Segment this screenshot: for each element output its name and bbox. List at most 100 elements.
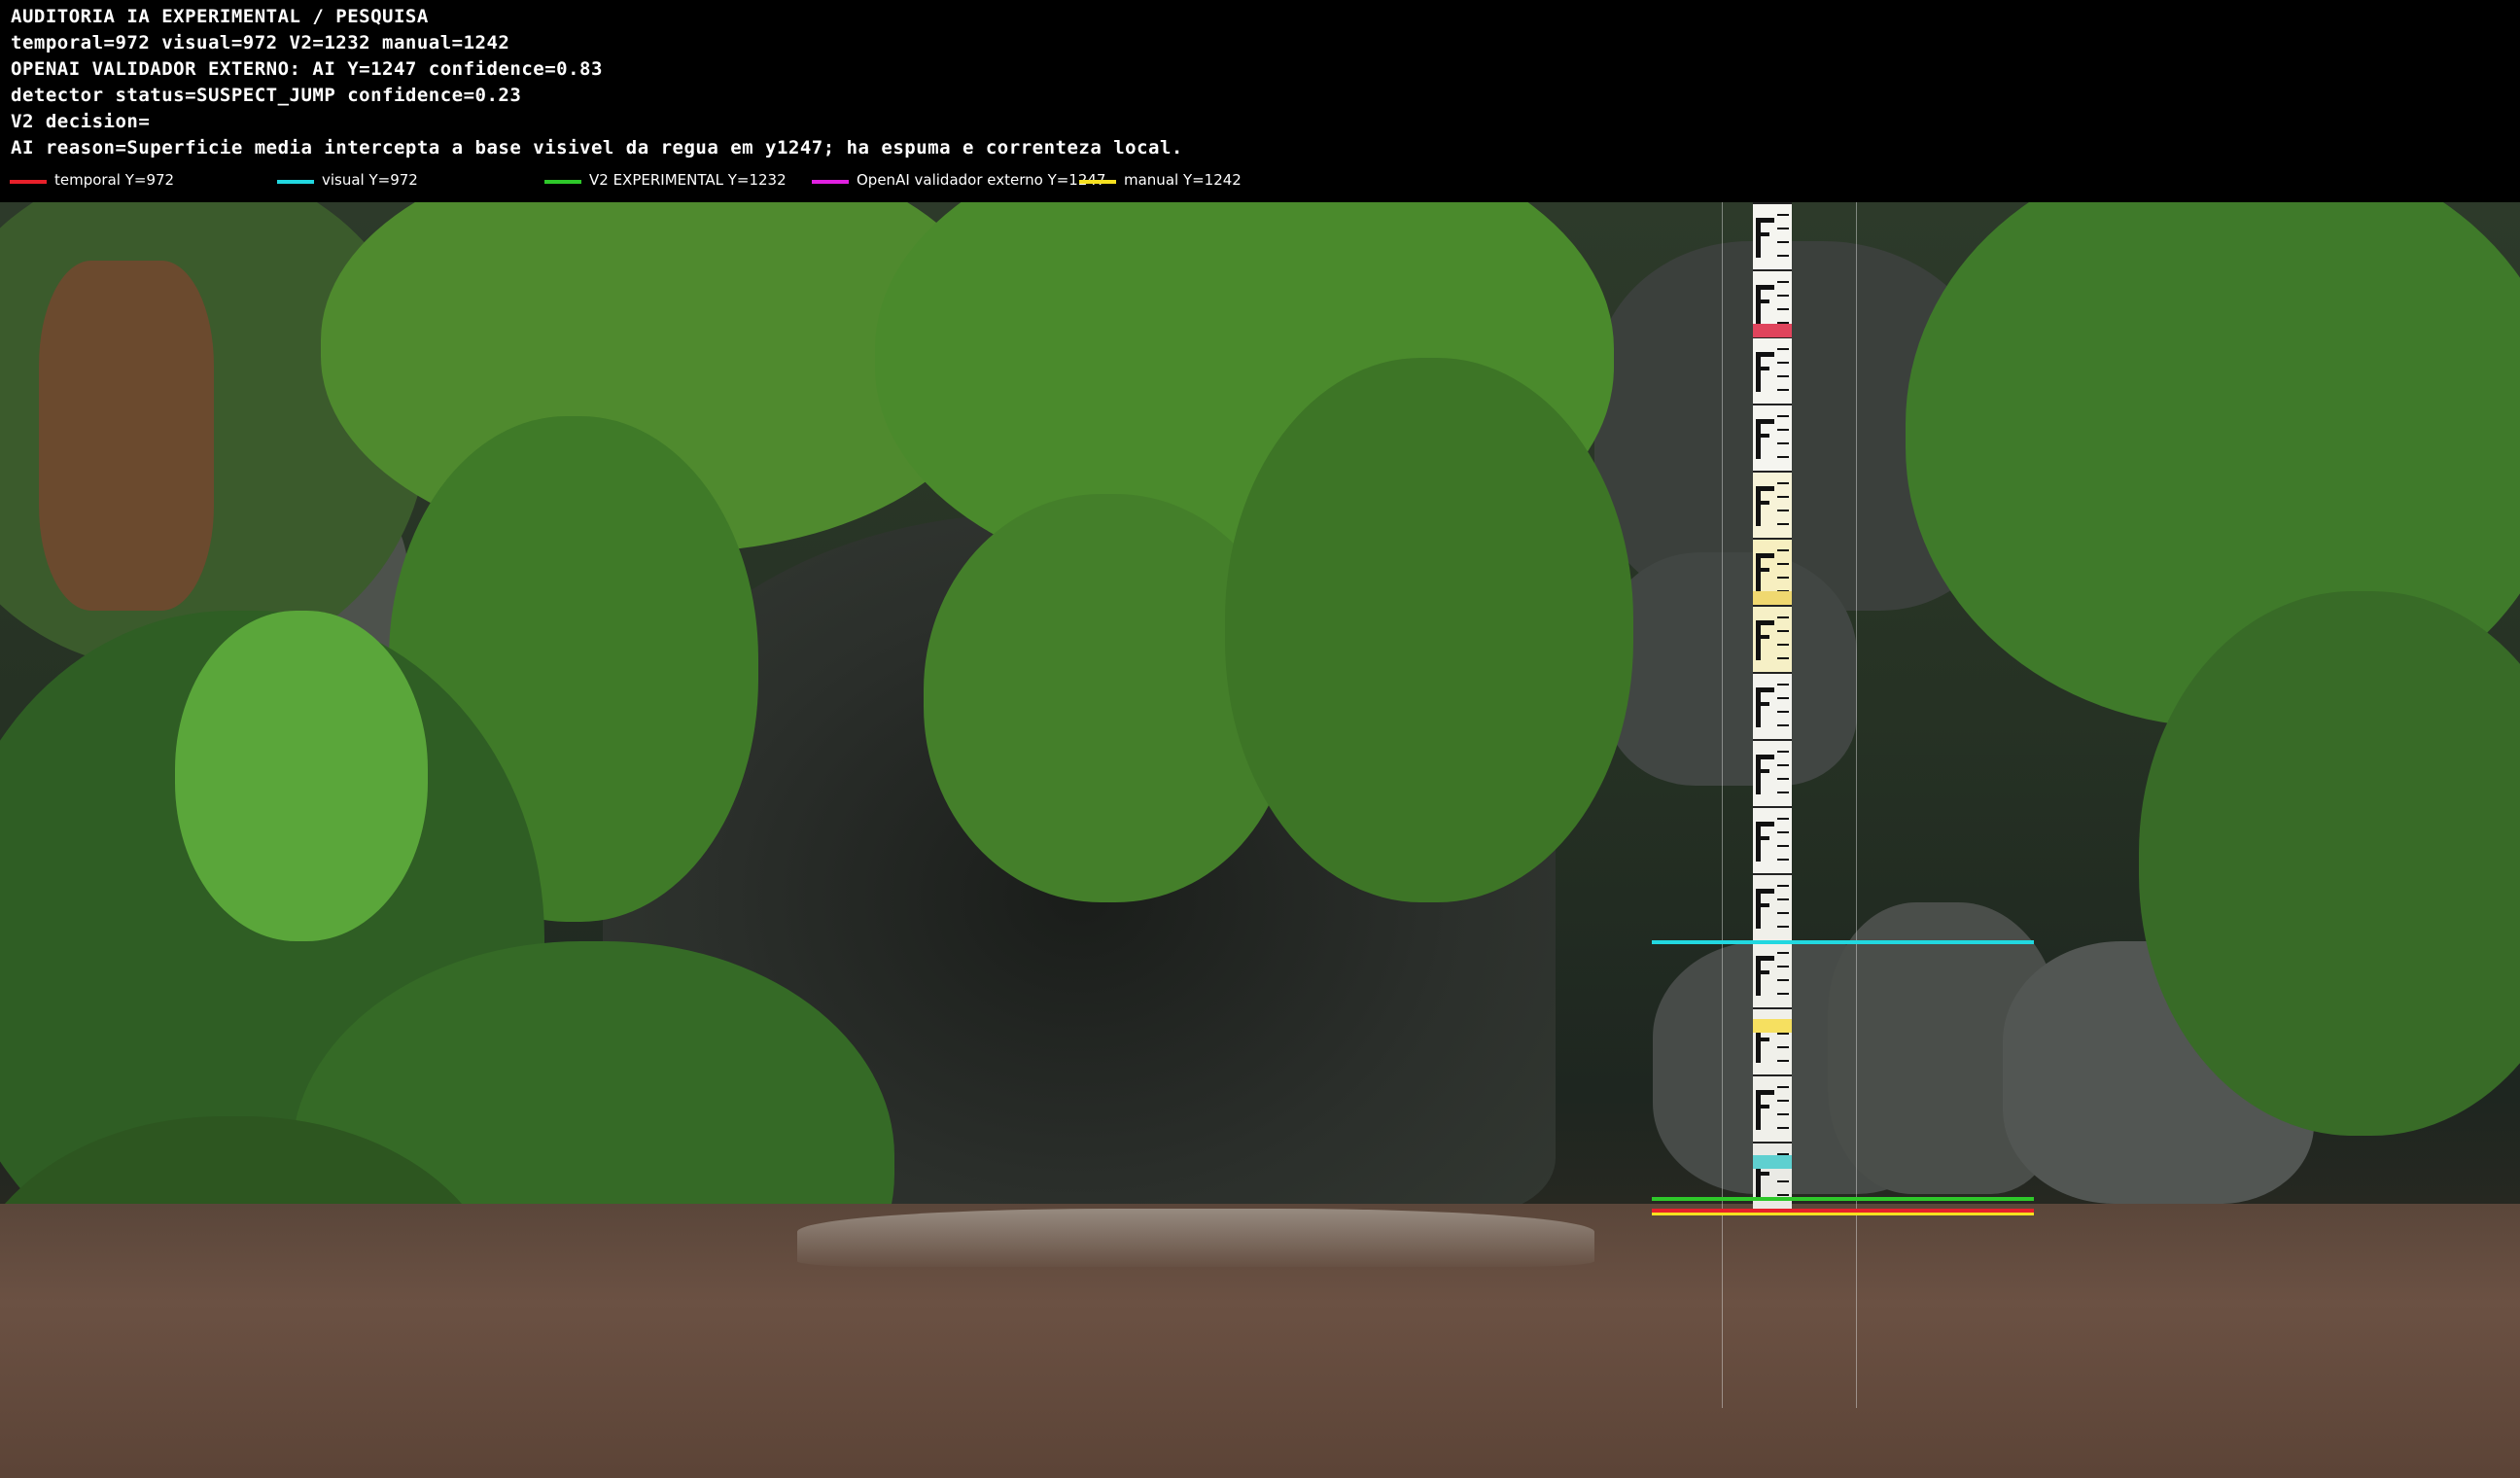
legend-label-openai: OpenAI validador externo Y=1247 [857,171,1106,189]
gauge-tick [1777,375,1789,377]
gauge-tick [1777,885,1789,887]
legend-label-visual: visual Y=972 [322,171,418,189]
gauge-tick [1777,295,1789,297]
gauge-segment [1753,336,1792,405]
v2-level-line [1652,1197,2034,1201]
gauge-tick [1777,496,1789,498]
gauge-tick [1777,1060,1789,1062]
gauge-tick [1777,966,1789,968]
gauge-e-mark [1756,822,1774,862]
gauge-tick [1777,831,1789,833]
gauge-tick [1777,482,1789,484]
gauge-e-mark [1756,755,1774,794]
v2-decision-line: V2 decision= [11,111,151,132]
gauge-color-band [1753,1155,1792,1169]
gauge-tick [1777,859,1789,861]
gauge-tick [1777,523,1789,525]
gauge-tick [1777,684,1789,686]
gauge-tick [1777,657,1789,659]
gauge-e-mark [1756,687,1774,727]
gauge-tick [1777,228,1789,229]
gauge-e-mark [1756,889,1774,929]
gauge-tick [1777,1100,1789,1102]
visual-level-line [1652,940,2034,944]
gauge-tick [1777,952,1789,954]
gauge-tick [1777,549,1789,551]
hanging-vines [1225,358,1633,902]
gauge-e-mark [1756,553,1774,593]
gauge-color-band [1753,591,1792,605]
gauge-tick [1777,711,1789,713]
gauge-tick [1777,241,1789,243]
gauge-tick [1777,389,1789,391]
gauge-tick [1777,563,1789,565]
gauge-segment [1753,1007,1792,1075]
rock [1604,552,1857,786]
gauge-tick [1777,442,1789,444]
gauge-segment [1753,1074,1792,1143]
audit-overlay-header: AUDITORIA IA EXPERIMENTAL / PESQUISA tem… [0,0,2520,202]
palm-leaves [175,611,428,941]
gauge-e-mark [1756,1090,1774,1130]
gauge-tick [1777,1086,1789,1088]
gauge-color-band [1753,1019,1792,1033]
gauge-tick [1777,751,1789,753]
gauge-segment [1753,605,1792,673]
gauge-tick [1777,912,1789,914]
legend-swatch-openai [812,180,849,184]
gauge-e-mark [1756,352,1774,392]
legend-swatch-v2 [544,180,581,184]
gauge-tick [1777,979,1789,981]
gauge-tick [1777,510,1789,511]
gauge-segment [1753,202,1792,270]
estimates-line: temporal=972 visual=972 V2=1232 manual=1… [11,32,510,53]
gauge-e-mark [1756,486,1774,526]
detector-status-line: detector status=SUSPECT_JUMP confidence=… [11,85,522,106]
gauge-tick [1777,362,1789,364]
gauge-tick [1777,616,1789,618]
gauge-tick [1777,415,1789,417]
gauge-e-mark [1756,218,1774,258]
gauge-tick [1777,1127,1789,1129]
legend: temporal Y=972 visual Y=972 V2 EXPERIMEN… [0,170,2520,192]
gauge-tick [1777,845,1789,847]
roi-guide-left [1722,202,1723,1408]
gauge-tick [1777,214,1789,216]
manual-level-line [1652,1213,2034,1215]
gauge-tick [1777,993,1789,995]
gauge-tick [1777,429,1789,431]
legend-label-temporal: temporal Y=972 [54,171,175,189]
gauge-segment [1753,873,1792,941]
gauge-tick [1777,1180,1789,1182]
gauge-e-mark [1756,620,1774,660]
gauge-tick [1777,348,1789,350]
gauge-tick [1777,898,1789,900]
gauge-tick [1777,1194,1789,1196]
gauge-color-band [1753,324,1792,337]
gauge-tick [1777,1113,1789,1115]
camera-frame [0,202,2520,1478]
dry-grass [39,261,214,611]
openai-validator-line: OPENAI VALIDADOR EXTERNO: AI Y=1247 conf… [11,58,603,80]
gauge-tick [1777,1033,1789,1035]
gauge-e-mark [1756,419,1774,459]
gauge-tick [1777,644,1789,646]
gauge-segment [1753,806,1792,874]
gauge-tick [1777,764,1789,766]
gauge-tick [1777,577,1789,579]
gauge-tick [1777,308,1789,310]
gauge-tick [1777,778,1789,780]
gauge-segment [1753,940,1792,1008]
gauge-tick [1777,724,1789,726]
gauge-segment [1753,471,1792,539]
gauge-tick [1777,697,1789,699]
legend-label-manual: manual Y=1242 [1124,171,1242,189]
gauge-tick [1777,456,1789,458]
gauge-e-mark [1756,285,1774,325]
gauge-tick [1777,281,1789,283]
audit-title: AUDITORIA IA EXPERIMENTAL / PESQUISA [11,6,429,27]
gauge-tick [1777,630,1789,632]
gauge-e-mark [1756,956,1774,996]
gauge-segment [1753,672,1792,740]
gauge-segment [1753,404,1792,472]
